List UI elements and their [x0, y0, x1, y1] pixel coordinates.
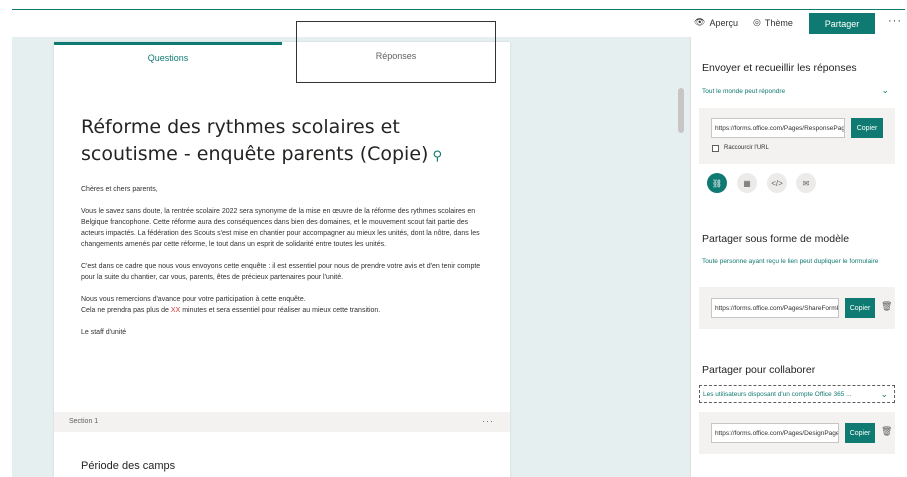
send-audience-value: Tout le monde peut répondre: [702, 87, 786, 95]
more-options-button[interactable]: ···: [888, 15, 902, 27]
section-title[interactable]: Période des camps: [81, 460, 175, 472]
collab-audience-value: Les utilisateurs disposant d'un compte O…: [703, 390, 852, 398]
desc-duration-post: minutes et sera essentiel pour réaliser …: [180, 307, 381, 314]
template-copy-button[interactable]: Copier: [845, 298, 875, 318]
form-card: Questions Réponses Réforme des rythmes s…: [54, 42, 510, 477]
theme-button[interactable]: ◎ Thème: [753, 17, 793, 28]
send-heading: Envoyer et recueillir les réponses: [702, 62, 857, 74]
embed-code-icon[interactable]: </>: [767, 173, 787, 193]
link-icon[interactable]: ⛓: [707, 173, 727, 193]
desc-paragraph-2: C'est dans ce cadre que nous vous envoyo…: [81, 263, 481, 281]
desc-paragraph-3: Nous vous remercions d'avance pour votre…: [81, 294, 493, 316]
collab-copy-button[interactable]: Copier: [845, 423, 875, 443]
send-link-box: https://forms.office.com/Pages/ResponseP…: [699, 108, 895, 164]
chevron-down-icon: ⌄: [880, 389, 888, 399]
template-description: Toute personne ayant reçu le lien peut d…: [702, 258, 879, 265]
theme-label: Thème: [764, 17, 793, 28]
send-audience-dropdown[interactable]: Tout le monde peut répondre ⌄: [699, 82, 895, 100]
share-panel: Envoyer et recueillir les réponses Tout …: [690, 37, 907, 477]
send-copy-button[interactable]: Copier: [851, 118, 883, 138]
desc-thanks: Nous vous remercions d'avance pour votre…: [81, 296, 306, 303]
palette-icon: ◎: [753, 17, 761, 27]
template-heading: Partager sous forme de modèle: [702, 233, 850, 245]
share-button[interactable]: Partager: [809, 13, 875, 34]
qr-code-icon[interactable]: ▦: [737, 173, 757, 193]
collab-heading: Partager pour collaborer: [702, 364, 816, 376]
preview-button[interactable]: 👁 Aperçu: [694, 17, 738, 28]
desc-duration-xx: XX: [170, 307, 181, 314]
section-more-button[interactable]: ···: [482, 416, 494, 426]
trash-icon[interactable]: 🗑: [881, 426, 892, 437]
desc-duration-pre: Cela ne prendra pas plus de: [81, 307, 171, 314]
collab-url-field[interactable]: https://forms.office.com/Pages/DesignPag…: [711, 423, 839, 443]
shorten-url-label: Raccourcir l'URL: [724, 145, 769, 151]
desc-greeting: Chères et chers parents,: [81, 186, 158, 193]
canvas-scrollbar[interactable]: [678, 88, 684, 133]
desc-signature: Le staff d'unité: [81, 329, 127, 336]
tab-questions[interactable]: Questions: [54, 42, 282, 70]
responses-tab-highlight: [296, 21, 496, 83]
preview-label: Aperçu: [709, 17, 738, 28]
shorten-url-checkbox[interactable]: [712, 145, 719, 152]
send-url-field[interactable]: https://forms.office.com/Pages/ResponseP…: [711, 118, 845, 138]
email-icon[interactable]: ✉: [796, 173, 816, 193]
template-url-field[interactable]: https://forms.office.com/Pages/ShareForm…: [711, 298, 839, 318]
collab-audience-dropdown[interactable]: Les utilisateurs disposant d'un compte O…: [699, 385, 895, 403]
branch-icon: ⚲: [432, 149, 442, 164]
trash-icon[interactable]: 🗑: [881, 301, 892, 312]
eye-icon: 👁: [694, 17, 706, 27]
form-description[interactable]: Chères et chers parents, Vous le savez s…: [81, 184, 493, 349]
section-label: Section 1: [69, 418, 99, 425]
form-title[interactable]: Réforme des rythmes scolaires et scoutis…: [81, 114, 491, 170]
chevron-down-icon: ⌄: [881, 85, 889, 95]
desc-paragraph-1: Vous le savez sans doute, la rentrée sco…: [81, 208, 480, 248]
form-title-text: Réforme des rythmes scolaires et scoutis…: [81, 116, 429, 165]
collab-link-box: https://forms.office.com/Pages/DesignPag…: [699, 412, 895, 454]
template-link-box: https://forms.office.com/Pages/ShareForm…: [699, 287, 895, 329]
section-header: Section 1 ···: [54, 412, 510, 432]
